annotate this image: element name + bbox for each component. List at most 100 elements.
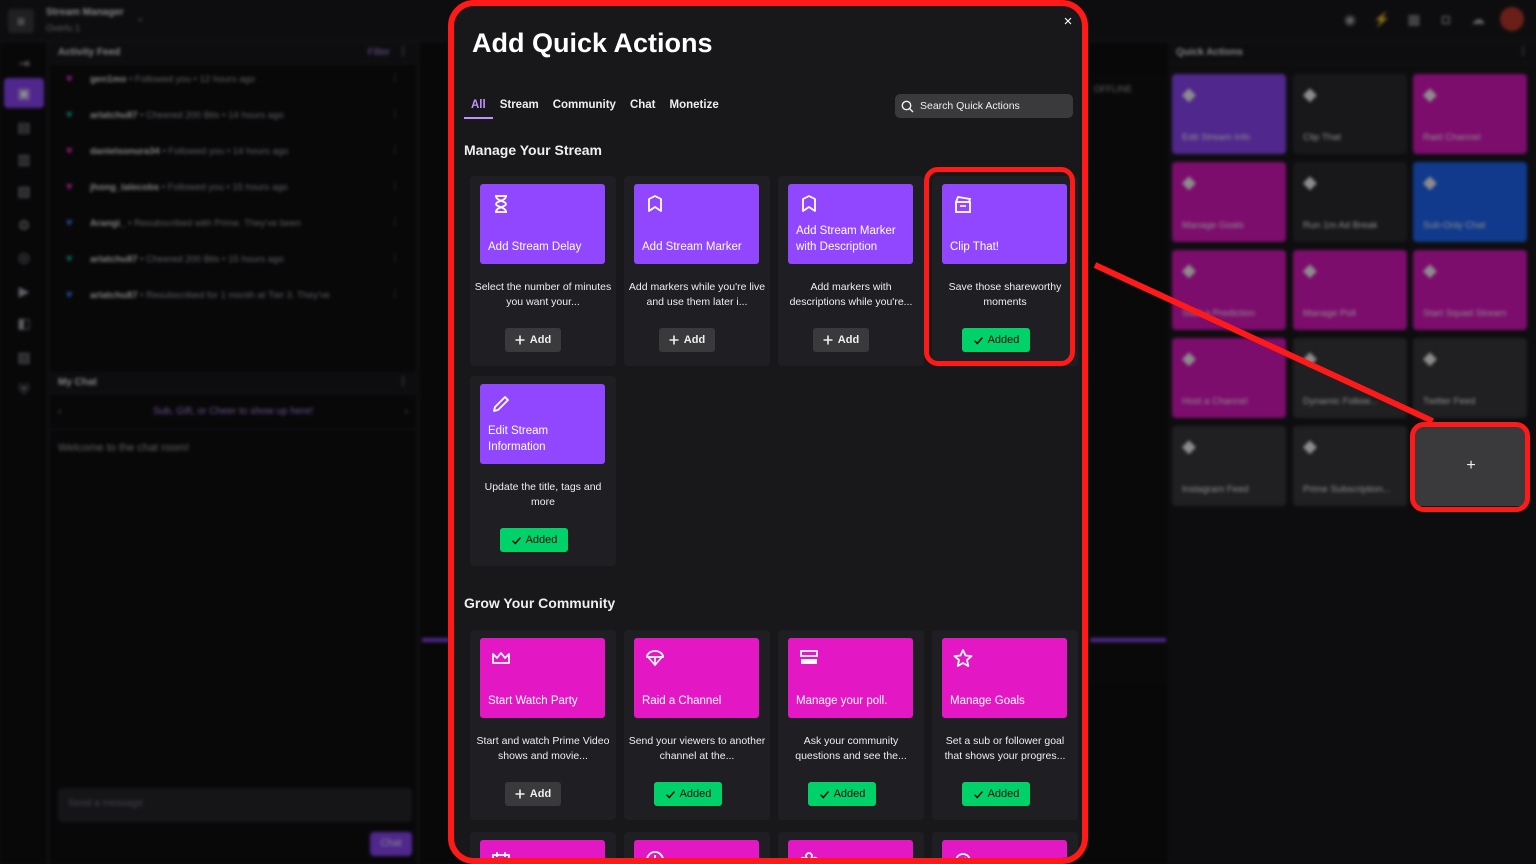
tab-community[interactable]: Community	[546, 94, 623, 119]
more-icon[interactable]: ⋮	[391, 217, 401, 228]
analytics-icon[interactable]: ▥	[12, 148, 36, 170]
collapse-icon[interactable]: ⇥	[12, 52, 36, 74]
more-icon[interactable]: ⋮	[391, 253, 401, 264]
calendar-icon[interactable]: ▦	[1404, 9, 1424, 29]
chevron-left-icon[interactable]: ‹	[58, 394, 61, 430]
search-input[interactable]	[920, 100, 1060, 112]
menu-icon[interactable]: ≡	[8, 9, 34, 33]
safety-icon[interactable]: ⛨	[12, 378, 36, 400]
feed-user[interactable]: gen1mo	[90, 74, 126, 85]
add-button[interactable]: Add	[505, 328, 561, 352]
close-icon[interactable]: ×	[1060, 14, 1076, 30]
highlight-clip-that	[924, 167, 1075, 366]
activity-feed: Activity Feed Filter ⋮ ♥ gen1mo • Followe…	[50, 42, 416, 372]
quick-action-tile[interactable]: ◆ Manage Poll	[1293, 250, 1407, 330]
community-icon[interactable]: ▧	[12, 180, 36, 202]
action-card[interactable]	[470, 832, 616, 858]
content-icon[interactable]: ▤	[12, 116, 36, 138]
more-icon[interactable]: ⋮	[398, 376, 408, 387]
quick-action-tile[interactable]: ◆ Edit Stream Info	[1172, 74, 1286, 154]
chevron-down-icon[interactable]: ⌄	[136, 13, 144, 24]
creator-icon[interactable]: ▨	[12, 346, 36, 368]
help-icon[interactable]: ◉	[1340, 9, 1360, 29]
tab-stream[interactable]: Stream	[493, 94, 546, 119]
quick-action-tile[interactable]: ◆ Clip That	[1293, 74, 1407, 154]
tile-icon: ◆	[1303, 172, 1317, 192]
lightning-icon[interactable]: ⚡	[1372, 9, 1392, 29]
quick-action-tile[interactable]: ◆ Raid Channel	[1413, 74, 1527, 154]
more-icon[interactable]: ⋮	[391, 289, 401, 300]
add-button[interactable]: Add	[813, 328, 869, 352]
action-card[interactable]: Add Stream Marker with Description Add ma…	[778, 176, 924, 366]
tab-monetize[interactable]: Monetize	[663, 94, 726, 119]
tab-all[interactable]: All	[464, 94, 493, 119]
more-icon[interactable]: ⋮	[391, 109, 401, 120]
extensions-icon[interactable]: ◧	[12, 312, 36, 334]
action-card[interactable]: Add Stream Marker Add markers while you'r…	[624, 176, 770, 366]
tile-label: Raid Channel	[1423, 131, 1481, 143]
timer-icon	[955, 853, 971, 858]
quick-action-tile[interactable]: ◆ Sub-Only Chat	[1413, 162, 1527, 242]
more-icon[interactable]: ⋮	[391, 73, 401, 84]
cloud-icon[interactable]: ☁	[1468, 9, 1488, 29]
added-button[interactable]: Added	[654, 782, 722, 806]
feed-user[interactable]: jhong_lalecobs	[90, 182, 159, 193]
feed-user[interactable]: arlatchu87	[90, 254, 138, 265]
chat-input[interactable]: Send a message	[58, 788, 412, 822]
search-box[interactable]	[895, 94, 1073, 118]
tab-chat[interactable]: Chat	[623, 94, 663, 119]
filter-button[interactable]: Filter	[368, 47, 390, 58]
dashboard-icon[interactable]: ▣	[4, 78, 44, 108]
action-card[interactable]: Manage Goals Set a sub or follower goal t…	[932, 630, 1078, 820]
action-card[interactable]	[624, 832, 770, 858]
check-icon	[973, 790, 983, 799]
video-icon[interactable]: ▶	[12, 280, 36, 302]
tile-label: Manage Poll	[1303, 307, 1356, 319]
more-icon[interactable]: ⋮	[398, 46, 408, 57]
action-card[interactable]: Manage your poll. Ask your community ques…	[778, 630, 924, 820]
quick-action-tile[interactable]: ◆ Start a Prediction	[1172, 250, 1286, 330]
feed-user[interactable]: Arangi_	[90, 218, 125, 229]
quick-action-tile[interactable]: ◆ Run 1m Ad Break	[1293, 162, 1407, 242]
action-tile: Add Stream Marker with Description	[788, 184, 913, 264]
more-icon[interactable]: ⋮	[391, 181, 401, 192]
stream-icon[interactable]: ◎	[12, 246, 36, 268]
tile-icon: ◆	[1182, 348, 1196, 368]
quick-action-tile[interactable]: ◆ Prime Subscription...	[1293, 426, 1407, 506]
feed-user[interactable]: danielsonura34	[90, 146, 160, 157]
tile-icon: ◆	[1303, 84, 1317, 104]
action-card[interactable]: Add Stream Delay Select the number of min…	[470, 176, 616, 366]
more-icon[interactable]: ⋮	[1518, 46, 1528, 57]
action-card[interactable]: Raid a Channel Send your viewers to anoth…	[624, 630, 770, 820]
gift-icon[interactable]: ◘	[1436, 9, 1456, 29]
tile-icon: ◆	[1182, 436, 1196, 456]
more-icon[interactable]: ⋮	[391, 145, 401, 156]
action-card[interactable]: Start Watch Party Start and watch Prime V…	[470, 630, 616, 820]
added-button[interactable]: Added	[962, 782, 1030, 806]
check-icon	[819, 790, 829, 799]
quick-action-tile[interactable]: ◆ Instagram Feed	[1172, 426, 1286, 506]
add-button[interactable]: Add	[505, 782, 561, 806]
avatar[interactable]	[1500, 7, 1524, 31]
video-frame	[1084, 74, 1168, 684]
quick-action-tile[interactable]: ◆ Twitter Feed	[1413, 338, 1527, 418]
quick-action-tile[interactable]: ◆ Dynamic Follow...	[1293, 338, 1407, 418]
chevron-right-icon[interactable]: ›	[405, 394, 408, 430]
section-title-manage-stream: Manage Your Stream	[464, 142, 602, 158]
quick-action-tile[interactable]: ◆ Host a Channel	[1172, 338, 1286, 418]
action-card[interactable]	[932, 832, 1078, 858]
quick-action-tile[interactable]: ◆ Start Squad Stream	[1413, 250, 1527, 330]
action-card[interactable]: Edit Stream Information Update the title,…	[470, 376, 616, 566]
feed-user[interactable]: arlatchu87	[90, 110, 138, 121]
feed-user[interactable]: arlatchu87	[90, 290, 138, 301]
action-card[interactable]	[778, 832, 924, 858]
chat-button[interactable]: Chat	[370, 832, 412, 856]
add-button[interactable]: Add	[659, 328, 715, 352]
quick-action-tile[interactable]: ◆ Manage Goals	[1172, 162, 1286, 242]
added-button[interactable]: Added	[808, 782, 876, 806]
action-tile: Raid a Channel	[634, 638, 759, 718]
search-icon	[901, 100, 914, 112]
settings-icon[interactable]: ⚙	[12, 214, 36, 236]
added-button[interactable]: Added	[500, 528, 568, 552]
chat-highlights-text[interactable]: Sub, Gift, or Cheer to show up here!	[153, 406, 313, 417]
